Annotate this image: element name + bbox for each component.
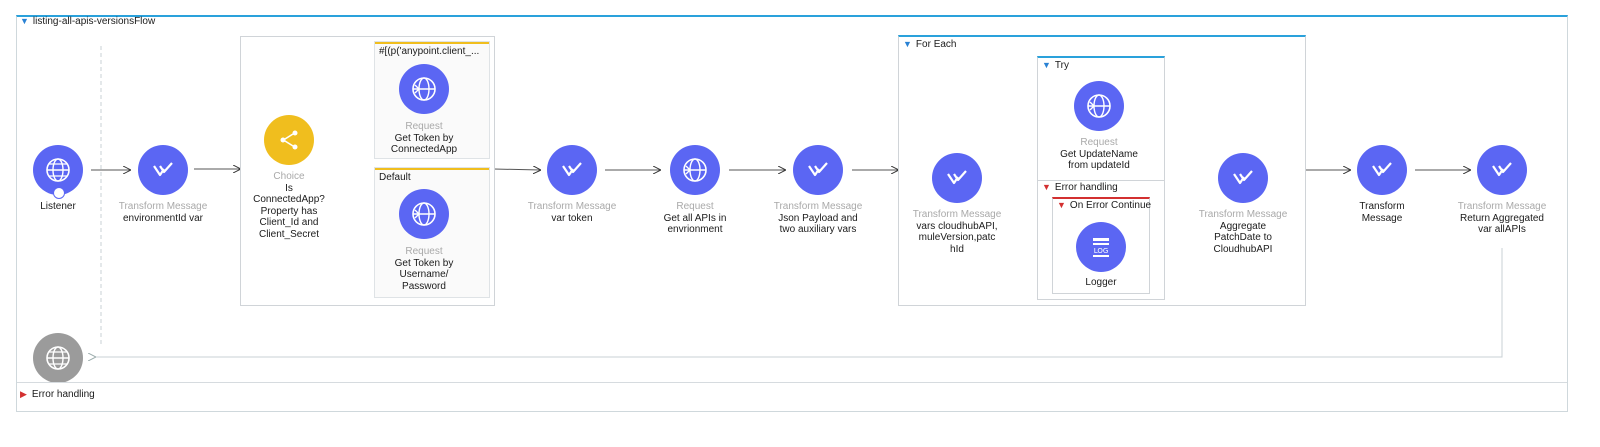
transform-vars-label: Transform Message vars cloudhubAPI,muleV… [912, 209, 1002, 255]
globe-icon [46, 346, 70, 370]
choice-label: Choice Is ConnectedApp? Property has Cli… [253, 171, 325, 240]
on-error-continue-title[interactable]: ▼ On Error Continue [1057, 200, 1151, 211]
request-allapis-node[interactable] [670, 145, 720, 195]
response-node[interactable] [33, 333, 83, 383]
expand-triangle-icon[interactable]: ▶ [20, 389, 27, 399]
dataweave-check-icon [1372, 162, 1392, 177]
route-top-bar [375, 42, 489, 44]
request-userpass-node[interactable] [399, 189, 449, 239]
dataweave-check-icon [1233, 170, 1253, 185]
transform-vars-node[interactable] [932, 153, 982, 203]
route-top-bar [375, 168, 489, 170]
globe-icon [1087, 94, 1111, 118]
try-error-handling[interactable]: ▼ Error handling [1042, 182, 1118, 193]
globe-icon [412, 77, 436, 101]
foreach-title[interactable]: ▼ For Each [903, 39, 957, 50]
try-divider [1038, 180, 1164, 181]
globe-icon [683, 158, 707, 182]
transform-aggregate-label: Transform Message Aggregate PatchDate to… [1198, 209, 1288, 255]
transform-json-node[interactable] [793, 145, 843, 195]
globe-icon [412, 202, 436, 226]
choice-node[interactable] [264, 115, 314, 165]
svg-text:LOG: LOG [1094, 247, 1109, 255]
transform-return-node[interactable] [1477, 145, 1527, 195]
transform-json-label: Transform Message Json Payload and two a… [773, 201, 863, 235]
transform-token-node[interactable] [547, 145, 597, 195]
globe-icon [46, 158, 70, 182]
dataweave-check-icon [153, 162, 173, 177]
dataweave-check-icon [808, 162, 828, 177]
transform-env-node[interactable] [138, 145, 188, 195]
transform-plain-label: Transform Message [1359, 201, 1405, 224]
logger-node[interactable]: LOG [1076, 222, 1126, 272]
transform-env-label: Transform Message environmentId var [118, 201, 208, 224]
transform-plain-node[interactable] [1357, 145, 1407, 195]
request-connectedapp-label: Request Get Token by ConnectedApp [390, 121, 458, 155]
transform-return-label: Transform Message Return Aggregated var … [1457, 201, 1547, 235]
dataweave-check-icon [1492, 162, 1512, 177]
error-handling-divider [17, 382, 1567, 383]
collapse-triangle-icon[interactable]: ▼ [1042, 182, 1051, 192]
listener-label: Listener [40, 201, 76, 212]
dataweave-check-icon [947, 170, 967, 185]
try-title[interactable]: ▼ Try [1042, 60, 1069, 71]
flow-error-handling[interactable]: ▶ Error handling [20, 389, 95, 400]
collapse-triangle-icon[interactable]: ▼ [903, 39, 912, 49]
transform-token-label: Transform Message var token [527, 201, 617, 224]
logger-label: Logger [1085, 277, 1117, 288]
request-allapis-label: Request Get all APIs in envrionment [663, 201, 727, 235]
request-connectedapp-node[interactable] [399, 64, 449, 114]
transform-aggregate-node[interactable] [1218, 153, 1268, 203]
collapse-triangle-icon[interactable]: ▼ [1057, 200, 1066, 210]
source-badge-icon [53, 187, 65, 199]
dataweave-check-icon [562, 162, 582, 177]
collapse-triangle-icon[interactable]: ▼ [1042, 60, 1051, 70]
request-updatename-label: Request Get UpdateName from updateId [1060, 137, 1138, 171]
route-default-label: Default [379, 172, 411, 183]
log-icon: LOG [1093, 238, 1109, 257]
branch-icon [280, 130, 298, 150]
route-when-expression: #[(p('anypoint.client_... [379, 46, 480, 57]
request-userpass-label: Request Get Token by Username/ Password [394, 246, 454, 292]
request-updatename-node[interactable] [1074, 81, 1124, 131]
